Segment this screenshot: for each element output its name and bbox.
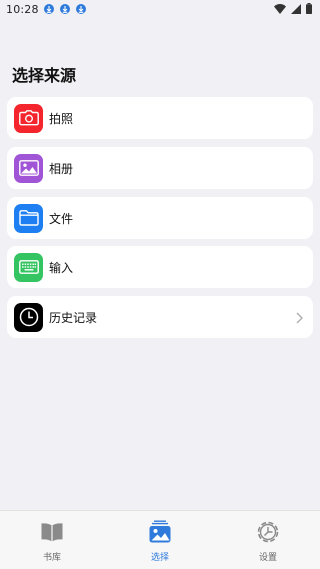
camera-icon: [14, 103, 43, 133]
source-item-album[interactable]: 相册: [7, 147, 313, 189]
tab-label: 书库: [42, 553, 61, 563]
download-notification-icon: [75, 4, 86, 14]
folder-icon: [14, 203, 43, 233]
page-title: 选择来源: [12, 66, 77, 85]
tab-label: 选择: [150, 553, 169, 563]
source-item-history[interactable]: 历史记录: [7, 296, 313, 338]
battery-icon: [306, 3, 312, 17]
tab-select[interactable]: 选择: [130, 511, 190, 569]
source-item-label: 拍照: [49, 111, 74, 126]
wifi-icon: [274, 3, 286, 17]
source-item-label: 文件: [49, 211, 74, 226]
tab-library[interactable]: 书库: [22, 511, 82, 569]
source-item-input[interactable]: 输入: [7, 246, 313, 288]
source-item-camera[interactable]: 拍照: [7, 97, 313, 139]
tab-label: 设置: [258, 553, 277, 563]
status-time: 10:28: [6, 2, 39, 16]
download-notification-icon: [59, 4, 70, 14]
tab-bar: 书库 选择 设置: [0, 510, 320, 569]
signal-icon: [291, 3, 301, 17]
clock-icon: [14, 302, 43, 332]
gear-icon: [256, 520, 280, 544]
photo-album-icon: [14, 153, 43, 183]
tab-settings[interactable]: 设置: [238, 511, 298, 569]
source-item-file[interactable]: 文件: [7, 197, 313, 239]
source-item-label: 历史记录: [49, 310, 98, 325]
download-notification-icon: [43, 4, 54, 14]
gallery-icon: [148, 520, 172, 544]
book-icon: [40, 520, 64, 544]
chevron-right-icon: [296, 309, 303, 328]
keyboard-icon: [14, 252, 43, 282]
status-bar: 10:28: [0, 0, 320, 18]
source-item-label: 相册: [49, 161, 74, 176]
source-item-label: 输入: [49, 260, 74, 275]
